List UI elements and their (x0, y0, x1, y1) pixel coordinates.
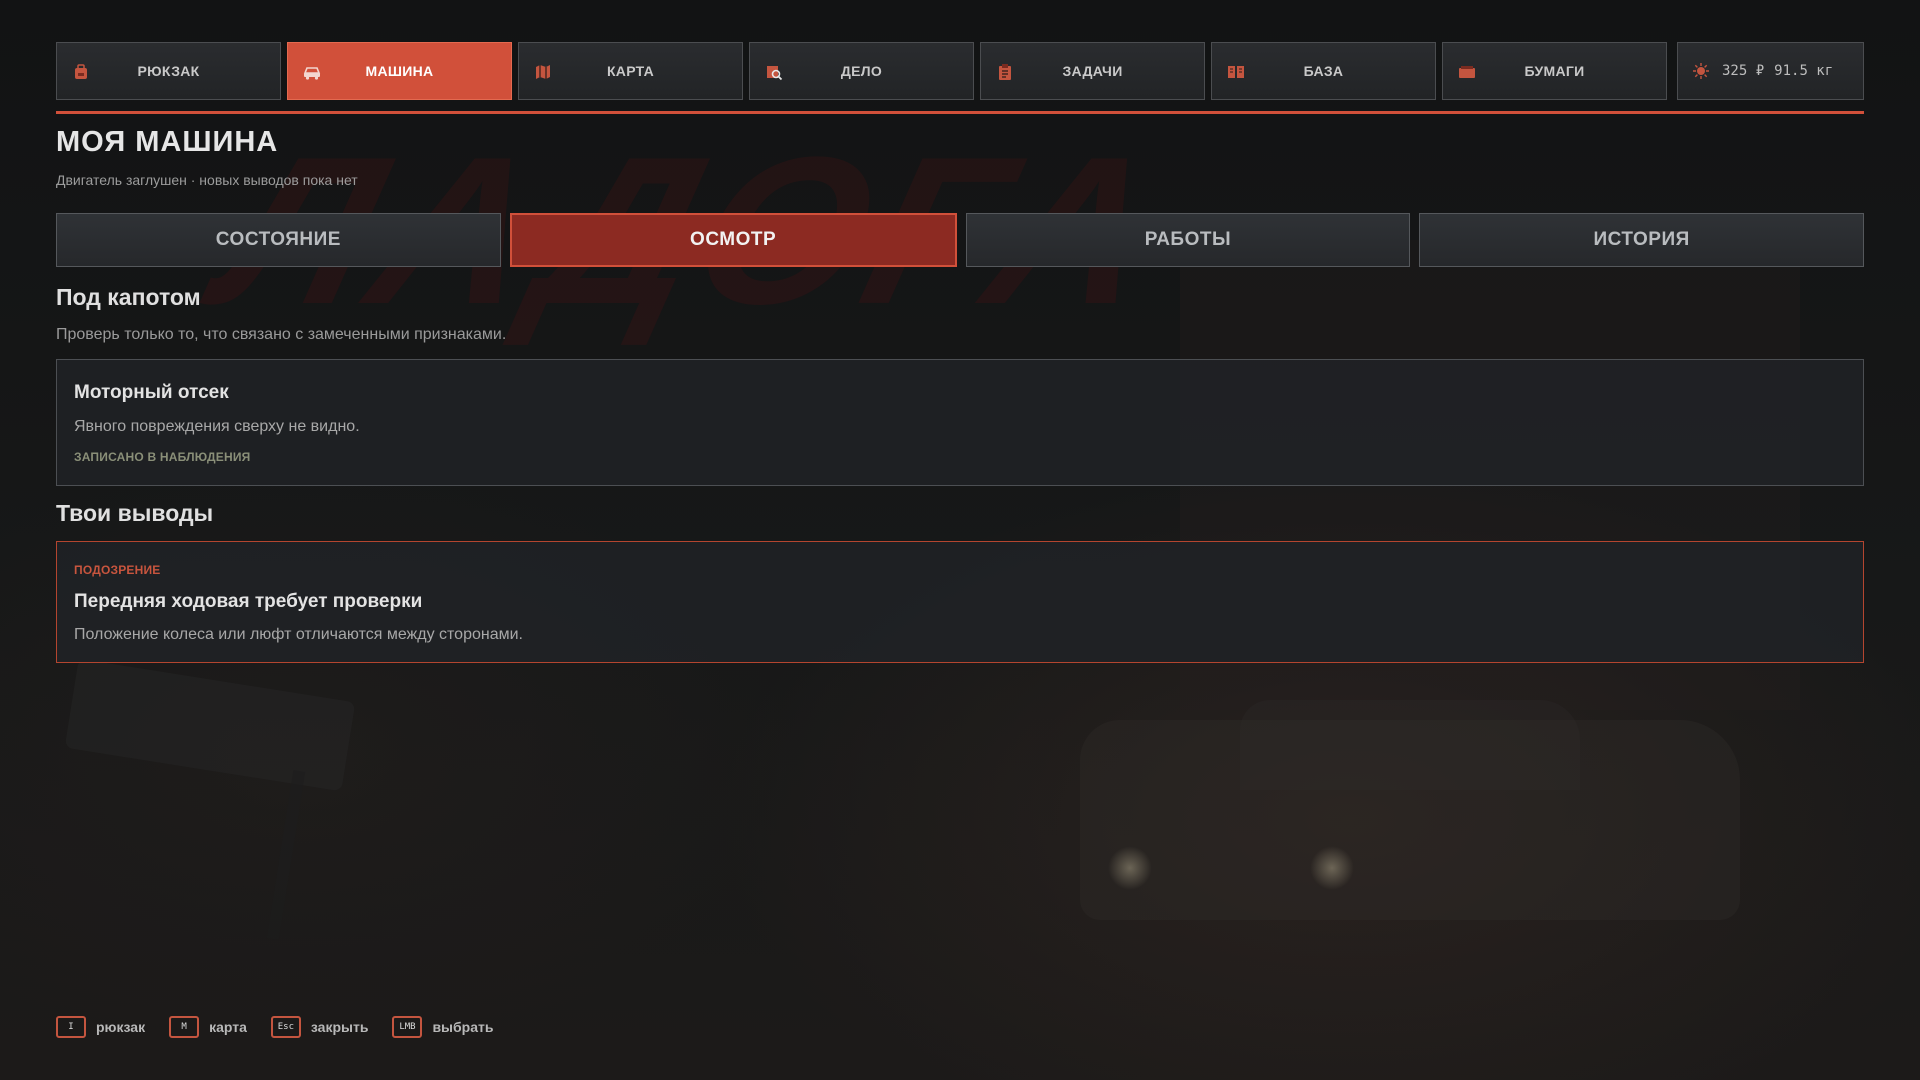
hint-map: M карта (169, 1016, 247, 1038)
page-title: МОЯ МАШИНА (56, 126, 279, 158)
backpack-icon (71, 62, 91, 82)
clipboard-icon (995, 62, 1015, 82)
subtab-label: СОСТОЯНИЕ (215, 229, 341, 250)
papers-icon (1457, 62, 1477, 82)
card-text: Положение колеса или люфт отличаются меж… (74, 626, 523, 643)
card-title: Моторный отсек (74, 382, 229, 403)
nav-tab-backpack[interactable]: РЮКЗАК (56, 42, 281, 100)
nav-tab-map[interactable]: КАРТА (518, 42, 743, 100)
key-badge: LMB (392, 1016, 423, 1038)
background-headlight-left (1108, 846, 1152, 890)
subtab-inspection[interactable]: ОСМОТР (509, 213, 957, 267)
sun-icon (1692, 62, 1710, 80)
book-icon (1226, 62, 1246, 82)
subtab-label: ОСМОТР (690, 229, 777, 250)
map-icon (533, 62, 553, 82)
page-subtitle: Двигатель заглушен · новых выводов пока … (56, 172, 358, 188)
hint-select: LMB выбрать (392, 1016, 493, 1038)
car-subtabs: СОСТОЯНИЕ ОСМОТР РАБОТЫ ИСТОРИЯ (56, 213, 1864, 267)
subtab-label: ИСТОРИЯ (1593, 229, 1690, 250)
case-file-icon (764, 62, 784, 82)
section-description: Проверь только то, что связано с замечен… (56, 326, 507, 343)
hint-close: Esc закрыть (270, 1016, 369, 1038)
inspection-card-engine-bay[interactable]: Моторный отсек Явного повреждения сверху… (56, 359, 1864, 486)
nav-tab-tasks[interactable]: ЗАДАЧИ (980, 42, 1205, 100)
hint-backpack: I рюкзак (56, 1016, 145, 1038)
nav-tab-base[interactable]: БАЗА (1211, 42, 1436, 100)
key-badge: M (169, 1016, 200, 1038)
background-road-sign (64, 658, 356, 792)
car-icon (302, 62, 322, 82)
subtab-condition[interactable]: СОСТОЯНИЕ (56, 213, 501, 267)
nav-tab-car[interactable]: МАШИНА (287, 42, 512, 100)
background-car (1080, 720, 1740, 920)
conclusion-card-suspicion[interactable]: ПОДОЗРЕНИЕ Передняя ходовая требует пров… (56, 541, 1864, 663)
section-title-conclusions: Твои выводы (56, 500, 214, 526)
section-title-under-hood: Под капотом (56, 284, 201, 310)
background-headlight-right (1310, 846, 1354, 890)
hint-label: рюкзак (96, 1019, 146, 1035)
background-sign-pole (266, 770, 306, 940)
hint-label: выбрать (432, 1019, 494, 1035)
player-status: 325 ₽ 91.5 кг (1677, 42, 1864, 100)
hint-label: закрыть (310, 1019, 369, 1035)
nav-tab-papers[interactable]: БУМАГИ (1442, 42, 1667, 100)
money-value: 325 ₽ (1722, 63, 1765, 79)
key-badge: I (56, 1016, 86, 1038)
card-title: Передняя ходовая требует проверки (74, 591, 423, 612)
hint-label: карта (209, 1019, 247, 1035)
top-navigation: РЮКЗАК МАШИНА КАРТА ДЕЛО ЗАДАЧИ БАЗА БУМ… (56, 42, 1864, 100)
top-divider (56, 111, 1864, 114)
nav-tab-case[interactable]: ДЕЛО (749, 42, 974, 100)
card-suspicion-tag: ПОДОЗРЕНИЕ (74, 563, 161, 577)
subtab-history[interactable]: ИСТОРИЯ (1419, 213, 1864, 267)
subtab-repairs[interactable]: РАБОТЫ (965, 213, 1411, 267)
game-screen: ЛАДОГА РЮКЗАК МАШИНА КАРТА (0, 0, 1920, 1080)
control-hints: I рюкзак M карта Esc закрыть LMB выбрать (56, 1016, 517, 1038)
subtab-label: РАБОТЫ (1144, 229, 1232, 250)
weight-value: 91.5 кг (1774, 63, 1834, 79)
card-status-tag: ЗАПИСАНО В НАБЛЮДЕНИЯ (74, 450, 251, 464)
card-text: Явного повреждения сверху не видно. (74, 418, 360, 435)
key-badge: Esc (270, 1016, 301, 1038)
